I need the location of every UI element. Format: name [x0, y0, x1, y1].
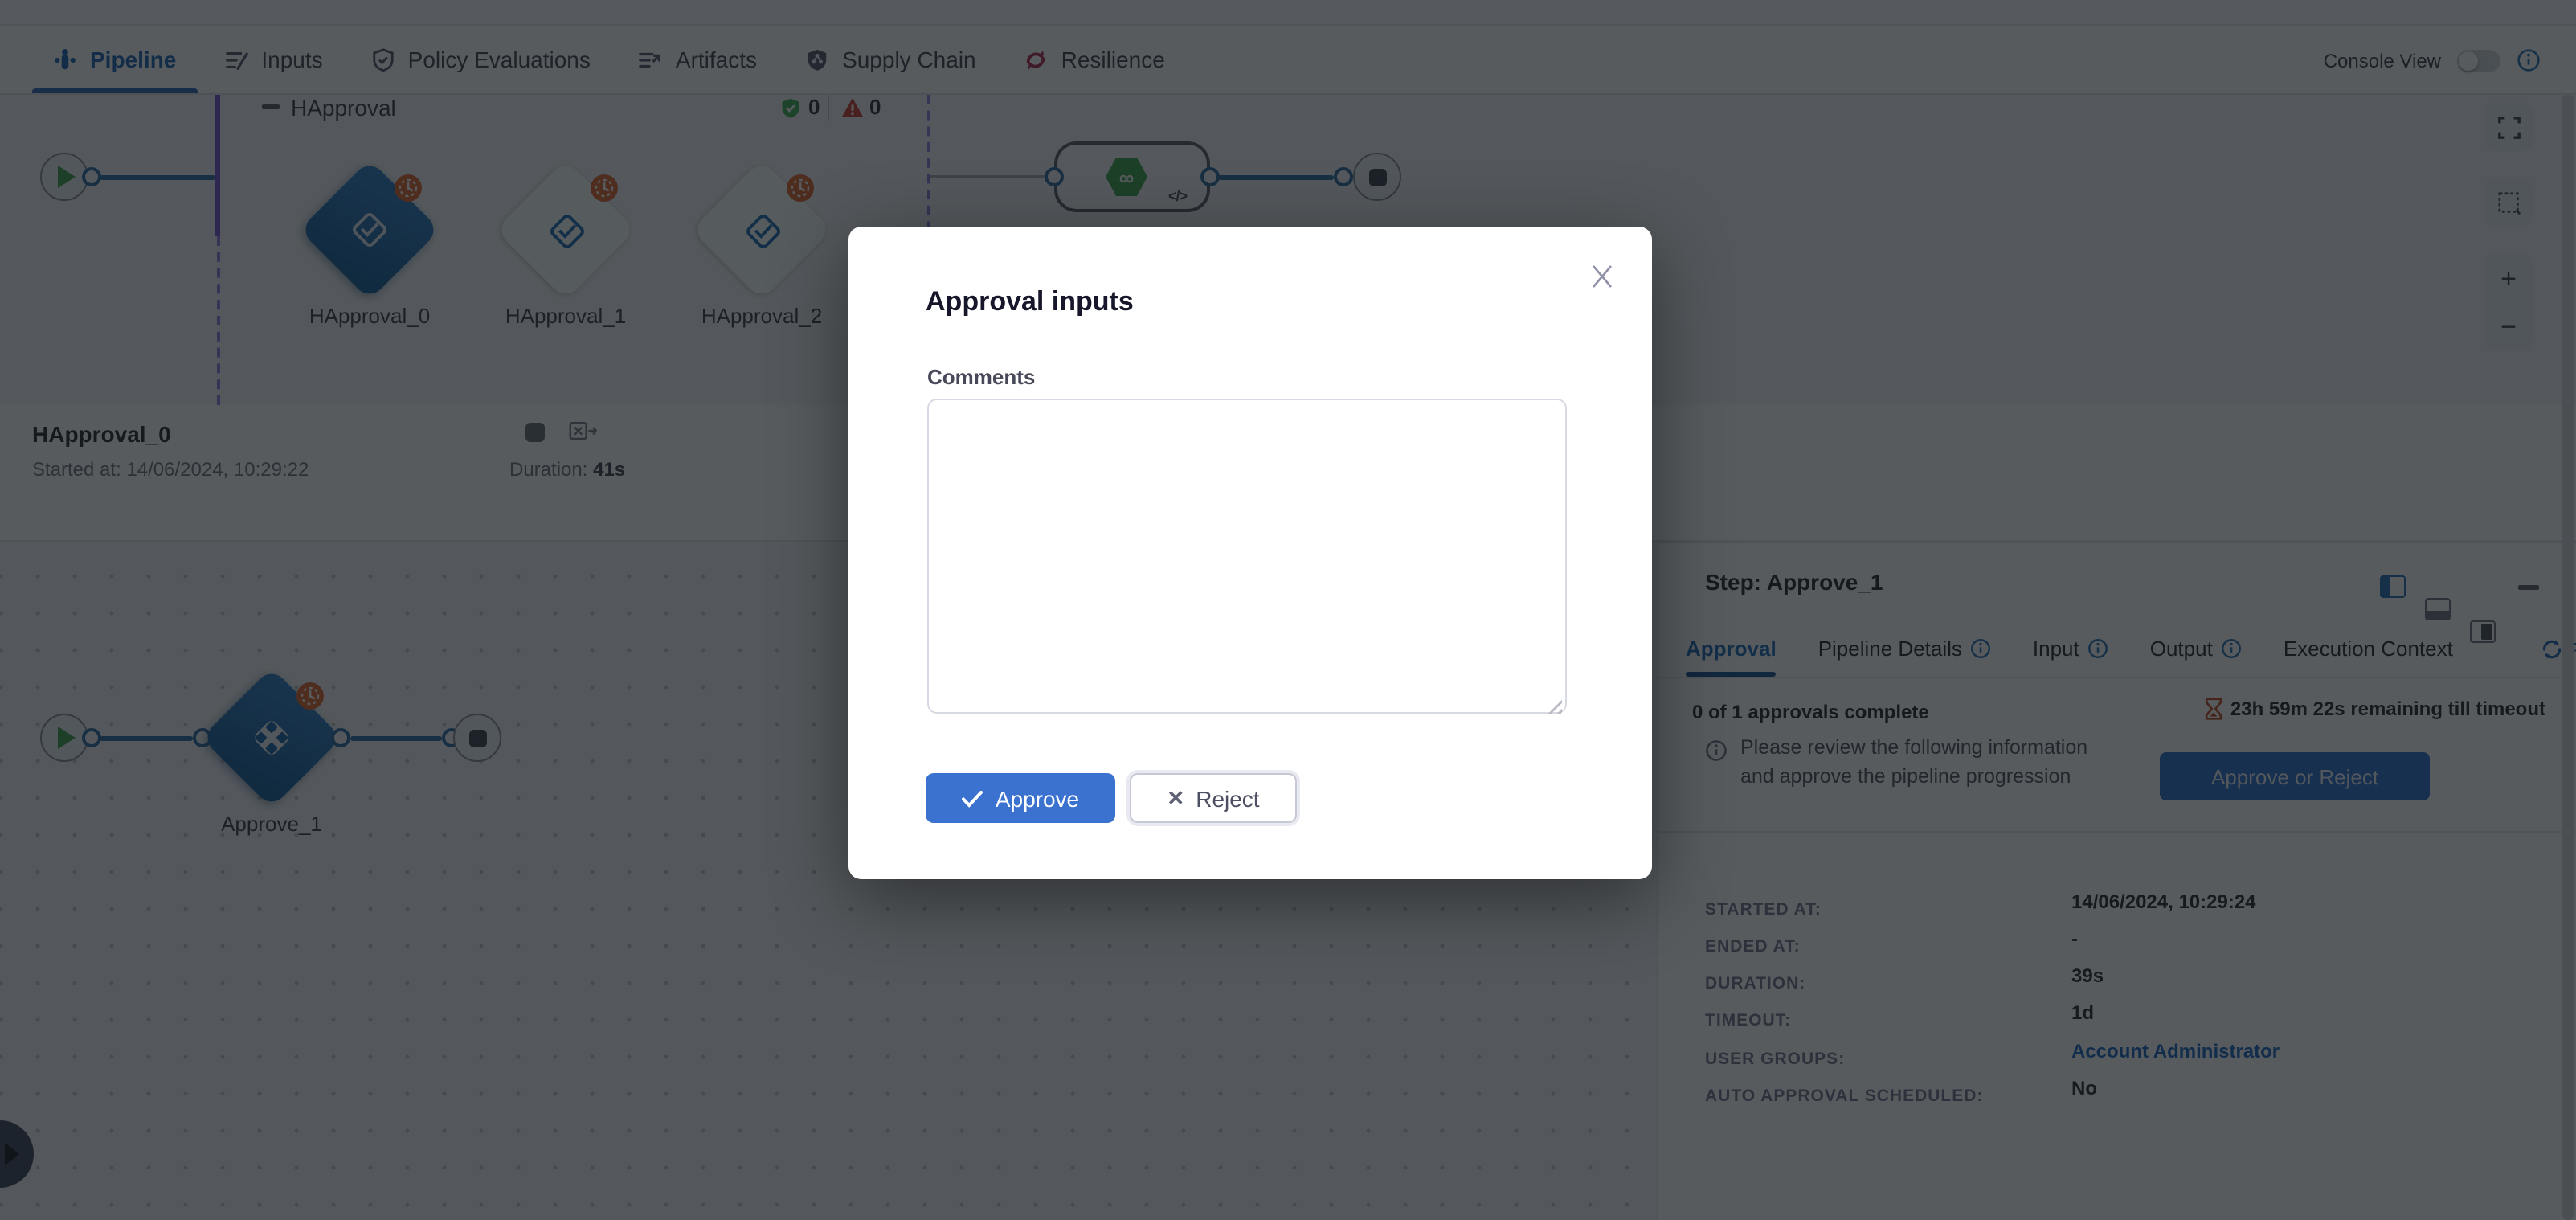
comments-label: Comments — [927, 365, 1035, 389]
check-icon — [962, 788, 984, 808]
comments-textarea[interactable] — [927, 399, 1567, 714]
reject-label: Reject — [1196, 785, 1259, 811]
reject-button[interactable]: ✕ Reject — [1130, 773, 1297, 823]
approve-button[interactable]: Approve — [926, 773, 1115, 823]
approve-label: Approve — [996, 785, 1079, 811]
modal-title: Approval inputs — [926, 286, 1134, 318]
close-icon[interactable] — [1588, 262, 1617, 291]
pipeline-execution-screen: Pipeline Inputs Policy Evaluations Artif… — [0, 0, 2576, 1220]
x-icon: ✕ — [1167, 785, 1184, 811]
approval-inputs-modal: Approval inputs Comments Approve ✕ Rejec… — [848, 227, 1652, 879]
